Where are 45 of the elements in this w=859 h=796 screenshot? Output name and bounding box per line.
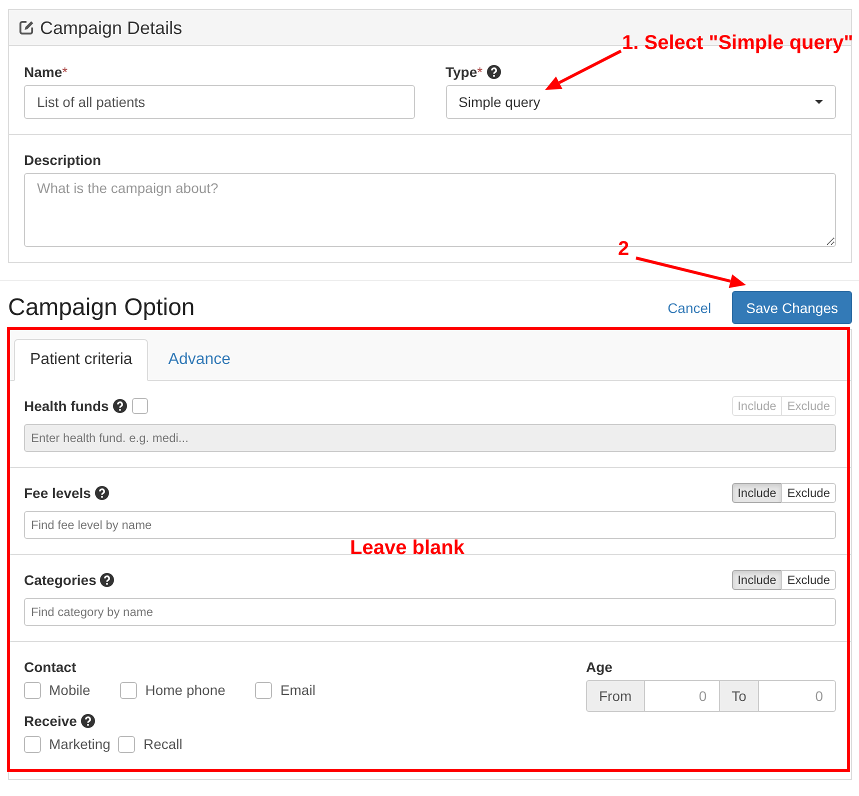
filter-toggle[interactable]: Exclude [781, 483, 836, 503]
checkbox-label: Recall [143, 736, 182, 752]
checkbox[interactable] [24, 736, 41, 752]
tab[interactable]: Advance [152, 339, 247, 381]
checkbox[interactable] [255, 682, 272, 698]
input-addon: From [586, 680, 645, 712]
search-input[interactable]: Find fee level by name [24, 511, 836, 539]
checkbox[interactable] [24, 682, 41, 698]
age-to-input[interactable]: 0 [759, 680, 836, 712]
name-input[interactable]: List of all patients [24, 85, 414, 119]
field-label: Description [24, 151, 102, 170]
filter-toggle[interactable]: Include [732, 483, 782, 503]
save-button[interactable]: Save Changes [732, 291, 852, 324]
field-label: Fee levels [24, 484, 91, 503]
checkbox-label: Marketing [49, 736, 110, 752]
checkbox-label: Home phone [145, 682, 226, 698]
field-label: Age [586, 658, 612, 677]
checkbox[interactable] [120, 682, 138, 698]
help-icon[interactable] [94, 486, 109, 500]
caret-icon [815, 100, 823, 104]
help-icon[interactable] [80, 714, 95, 728]
filter-toggle[interactable]: Include [732, 570, 782, 590]
tab[interactable]: Patient criteria [14, 339, 148, 381]
input-addon: To [718, 680, 760, 712]
field-label: Categories [24, 571, 96, 590]
annotation-text: Leave blank [350, 538, 465, 558]
section-title: Campaign Option [8, 294, 196, 322]
type-select[interactable]: Simple query [446, 85, 836, 119]
help-icon[interactable] [486, 65, 501, 79]
search-input[interactable]: Find category by name [24, 598, 836, 626]
field-label: Health funds [24, 397, 109, 416]
cancel-link[interactable]: Cancel [668, 300, 712, 316]
checkbox[interactable] [118, 736, 136, 752]
panel-title: Campaign Details [40, 18, 182, 38]
field-label: Contact [24, 658, 76, 677]
checkbox-label: Email [280, 682, 316, 698]
field-label: Name* [24, 63, 68, 82]
age-from-input[interactable]: 0 [644, 680, 719, 712]
field-label: Receive [24, 712, 77, 731]
filter-toggle[interactable]: Exclude [781, 570, 836, 590]
annotation-text: 1. Select "Simple query" [622, 33, 854, 53]
help-icon[interactable] [100, 573, 114, 587]
field-label: Type* [446, 63, 483, 82]
edit-icon [19, 20, 34, 35]
checkbox-label: Mobile [49, 682, 90, 698]
